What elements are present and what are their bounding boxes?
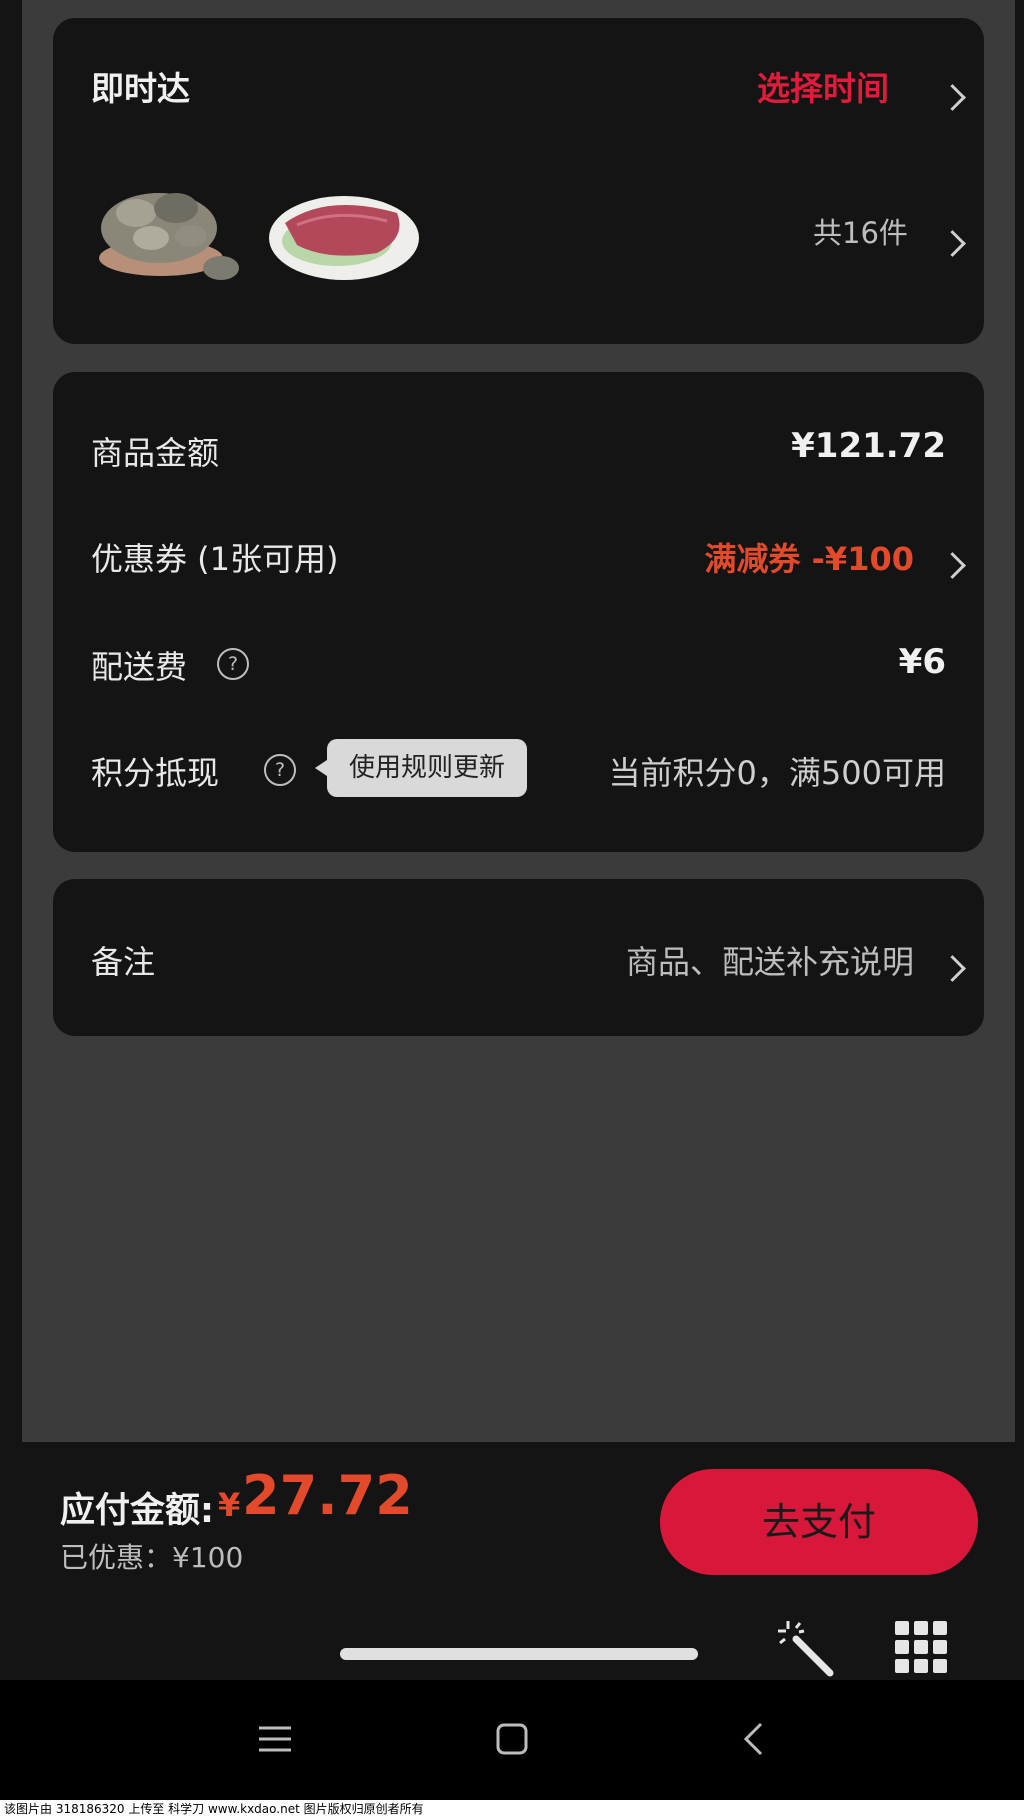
magic-wand-icon[interactable] bbox=[774, 1617, 838, 1681]
system-nav-bar bbox=[0, 1680, 1024, 1800]
select-time-link[interactable]: 选择时间 bbox=[757, 62, 889, 110]
pay-button[interactable]: 去支付 bbox=[660, 1469, 978, 1575]
payable-currency: ¥ bbox=[218, 1486, 241, 1524]
chevron-right-icon bbox=[939, 552, 966, 579]
shipping-fee-value: ¥6 bbox=[898, 642, 946, 682]
points-value: 当前积分0，满500可用 bbox=[608, 754, 946, 792]
grid-icon[interactable] bbox=[895, 1621, 947, 1673]
home-icon[interactable] bbox=[496, 1723, 528, 1755]
goods-amount-value: ¥121.72 bbox=[791, 426, 946, 466]
points-rule-tooltip: 使用规则更新 bbox=[315, 739, 527, 797]
remark-card[interactable]: 备注 商品、配送补充说明 bbox=[53, 879, 984, 1036]
tuna-sashimi-image bbox=[269, 196, 419, 280]
coupon-label: 优惠券 (1张可用) bbox=[91, 540, 339, 578]
help-icon[interactable]: ? bbox=[264, 754, 296, 786]
goods-amount-label: 商品金额 bbox=[91, 434, 220, 472]
payable-label: 应付金额: bbox=[60, 1491, 214, 1531]
app-screen: 即时达 选择时间 共16件 商品金额 ¥121.72 优惠券 (1张可用) 满减… bbox=[0, 0, 1024, 1680]
points-label: 积分抵现 bbox=[91, 754, 220, 792]
chevron-right-icon bbox=[939, 955, 966, 982]
discount-text: 已优惠：¥100 bbox=[60, 1541, 244, 1574]
help-icon[interactable]: ? bbox=[217, 648, 249, 680]
remark-label: 备注 bbox=[91, 943, 156, 981]
chevron-right-icon bbox=[939, 84, 966, 111]
home-indicator[interactable] bbox=[340, 1648, 698, 1660]
remark-input[interactable]: 商品、配送补充说明 bbox=[626, 937, 914, 983]
shipping-fee-label: 配送费 bbox=[91, 648, 188, 686]
watermark-text: 该图片由 318186320 上传至 科学刀 www.kxdao.net 图片版… bbox=[0, 1800, 1024, 1819]
menu-icon[interactable] bbox=[259, 1725, 291, 1753]
item-count-link[interactable]: 共16件 bbox=[813, 210, 908, 252]
oysters-plate-image bbox=[99, 193, 239, 280]
page-background: 即时达 选择时间 共16件 商品金额 ¥121.72 优惠券 (1张可用) 满减… bbox=[22, 0, 1015, 1442]
delivery-title: 即时达 bbox=[91, 69, 190, 108]
coupon-value-link[interactable]: 满减券 -¥100 bbox=[705, 534, 915, 580]
back-icon[interactable] bbox=[742, 1722, 764, 1756]
payable-amount: 27.72 bbox=[242, 1464, 413, 1527]
delivery-card[interactable]: 即时达 选择时间 共16件 bbox=[53, 18, 984, 344]
chevron-right-icon bbox=[939, 230, 966, 257]
